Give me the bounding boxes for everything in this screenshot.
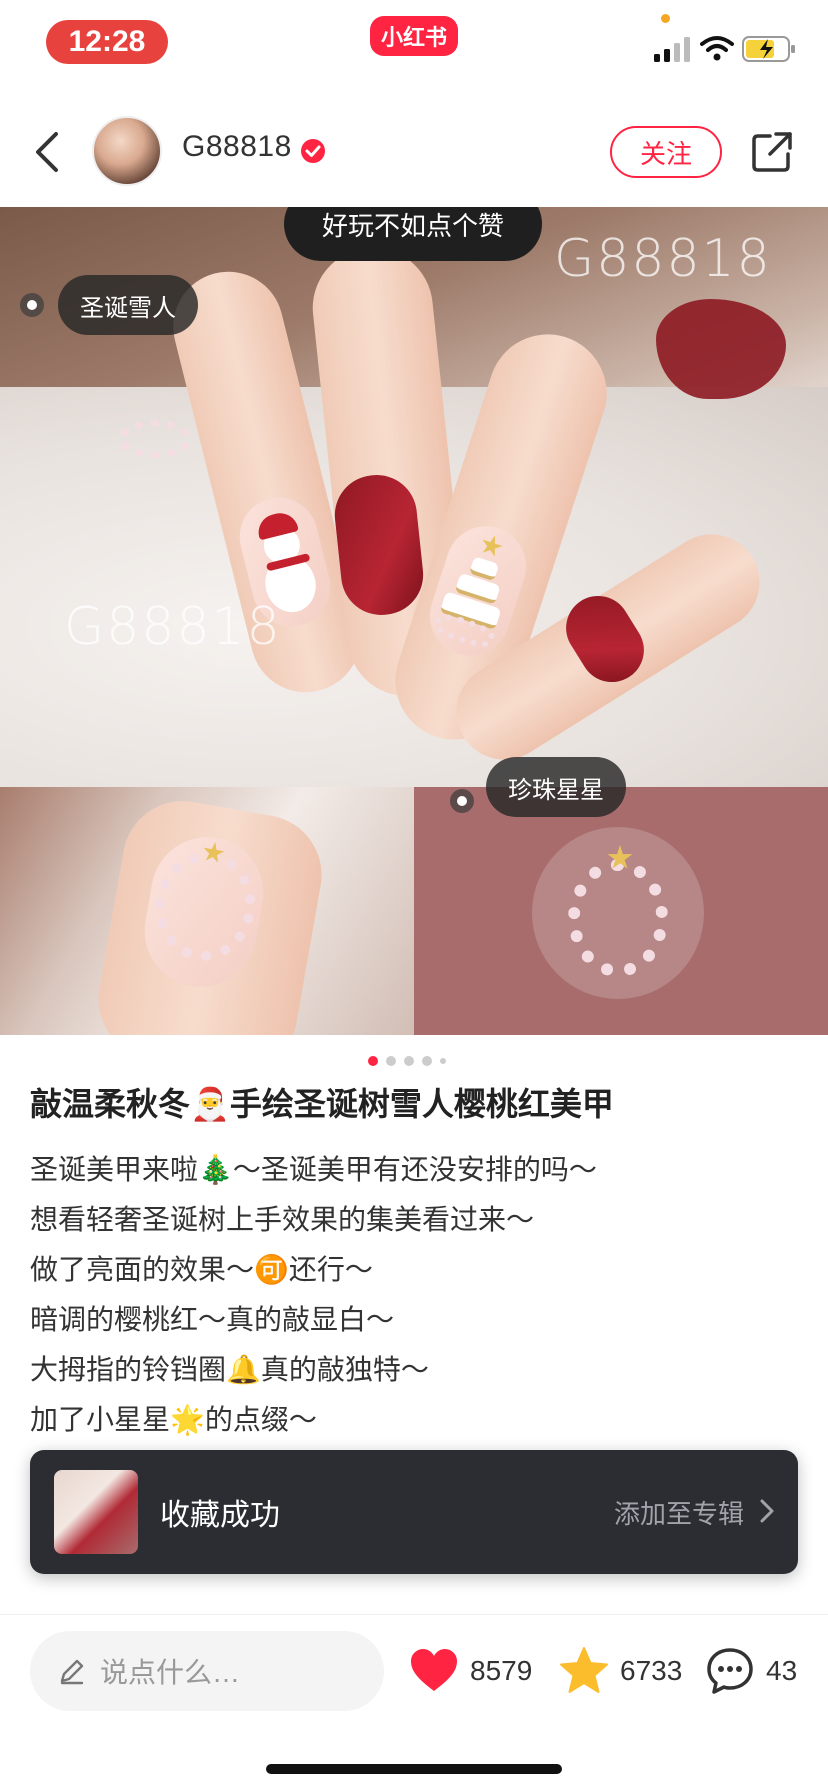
add-to-album-link[interactable]: 添加至专辑	[614, 1494, 744, 1531]
tag-snowman[interactable]: 圣诞雪人	[58, 275, 198, 335]
chevron-right-icon[interactable]	[758, 1498, 776, 1524]
comment-count: 43	[766, 1655, 798, 1686]
comment-bubble-icon	[707, 1648, 753, 1694]
pearl-star-ring-photo	[414, 787, 828, 1035]
collect-button[interactable]: 6733	[558, 1639, 682, 1703]
post-line: 大拇指的铃铛圈🔔真的敲独特～	[30, 1354, 429, 1385]
tag-anchor-dot	[450, 789, 474, 813]
post-line: 暗调的樱桃红～真的敲显白～	[30, 1304, 395, 1335]
watermark-top: G88818	[554, 229, 772, 289]
like-button[interactable]: 8579	[408, 1639, 532, 1703]
post-body: 圣诞美甲来啦🎄～圣诞美甲有还没安排的吗～ 想看轻奢圣诞树上手效果的集美看过来～ …	[30, 1145, 810, 1445]
tag-pearl-star[interactable]: 珍珠星星	[486, 757, 626, 817]
post-line: 圣诞美甲来啦🎄～圣诞美甲有还没安排的吗～	[30, 1154, 597, 1185]
comment-button[interactable]: 43	[704, 1639, 797, 1703]
watermark-bottom: G88818	[64, 597, 282, 657]
post-line: 做了亮面的效果～🉑还行～	[30, 1254, 373, 1285]
page-dot-2[interactable]	[386, 1056, 396, 1066]
battery-charging-icon	[742, 36, 795, 62]
page-dot-3[interactable]	[404, 1056, 414, 1066]
nail-photo-thumb-ring	[0, 787, 414, 1035]
status-bar: 12:28 小红书	[0, 0, 828, 90]
like-prompt-tooltip: 好玩不如点个赞	[284, 207, 542, 261]
collect-count: 6733	[620, 1655, 683, 1686]
post-line: 想看轻奢圣诞树上手效果的集美看过来～	[30, 1204, 535, 1235]
toast-message: 收藏成功	[160, 1499, 280, 1532]
app-badge: 小红书	[370, 16, 458, 56]
tag-anchor-dot	[20, 293, 44, 317]
share-icon[interactable]	[750, 130, 794, 174]
toast-thumbnail	[54, 1470, 138, 1554]
carousel-page-indicator	[368, 1055, 446, 1067]
author-name[interactable]: G88818	[182, 130, 292, 164]
post-line: 加了小星星🌟的点缀～	[30, 1404, 317, 1435]
star-icon	[560, 1647, 608, 1693]
post-image-carousel[interactable]: G88818 G88818 好玩不如点个赞 圣诞雪人 珍珠星星	[0, 207, 828, 1035]
post-title: 敲温柔秋冬🎅手绘圣诞树雪人樱桃红美甲	[30, 1086, 614, 1122]
post-header: G88818 关注	[0, 100, 828, 204]
cellular-signal-icon	[654, 37, 690, 62]
privacy-indicator-dot	[661, 14, 670, 23]
brand-logo-mark	[656, 299, 786, 399]
page-dot-4[interactable]	[422, 1056, 432, 1066]
home-indicator[interactable]	[266, 1764, 562, 1774]
heart-icon	[411, 1649, 457, 1691]
back-arrow-icon[interactable]	[28, 126, 68, 178]
author-avatar[interactable]	[92, 116, 162, 186]
wifi-icon	[700, 36, 734, 61]
collect-success-toast: 收藏成功 添加至专辑	[30, 1450, 798, 1574]
like-count: 8579	[470, 1655, 533, 1686]
pencil-icon	[60, 1659, 84, 1685]
page-dot-1[interactable]	[368, 1056, 378, 1066]
follow-button[interactable]: 关注	[610, 126, 722, 178]
bottom-action-bar: 说点什么… 8579 6733 43	[0, 1614, 828, 1744]
status-time: 12:28	[46, 20, 168, 64]
page-dot-5[interactable]	[440, 1058, 446, 1064]
verified-badge-icon	[301, 139, 325, 163]
comment-input[interactable]: 说点什么…	[30, 1631, 384, 1711]
comment-placeholder: 说点什么…	[100, 1657, 241, 1688]
